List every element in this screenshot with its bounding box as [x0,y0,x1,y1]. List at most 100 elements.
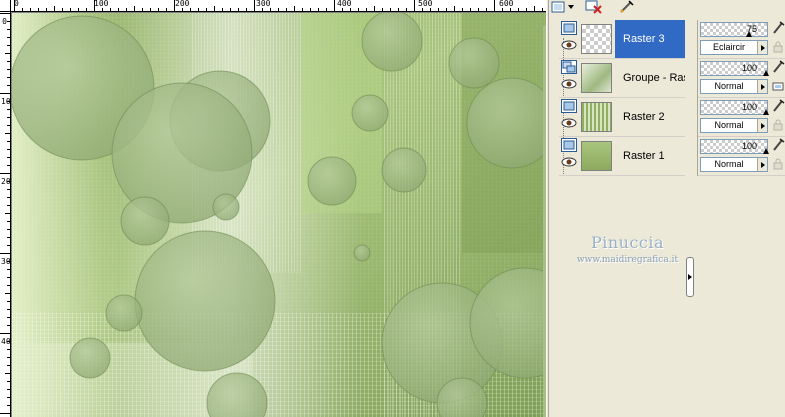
ruler-tick [446,8,447,11]
ruler-label: 300 [1,257,10,266]
palette-collapse-handle[interactable] [686,257,694,297]
ruler-tick [286,8,287,11]
ruler-tick [7,245,10,246]
ruler-tick [206,8,207,11]
ruler-tick [342,8,343,11]
ruler-tick [398,8,399,11]
ruler-tick [190,8,191,11]
opacity-slider[interactable]: 100 [700,139,769,154]
ruler-tick [70,8,71,11]
ruler-tick [382,8,383,11]
ruler-tick [302,8,303,11]
edit-mask-icon[interactable] [619,0,635,14]
raster-layer-icon [561,21,577,35]
brush-icon[interactable] [771,138,785,152]
bubble-shape [353,244,371,262]
ruler-tick [7,85,10,86]
layer-thumbnail [581,141,612,171]
blend-mode-select[interactable]: Normal [700,79,768,94]
ruler-tick [510,8,511,11]
vertical-ruler[interactable]: 0 100 200 300 400 [0,12,11,417]
ruler-label: 500 [418,0,433,8]
lock-icon[interactable] [772,41,784,53]
ruler-tick [126,8,127,11]
chevron-right-icon [757,158,767,171]
ruler-tick [166,8,167,11]
brush-icon[interactable] [771,21,785,35]
ruler-tick [214,6,215,11]
lock-icon[interactable] [772,119,784,131]
artwork [12,13,546,417]
ruler-tick [0,253,10,254]
ruler-tick [7,325,10,326]
layer-row[interactable]: Raster 3 [559,20,685,59]
blend-mode-value: Normal [714,81,744,91]
chevron-right-icon [757,119,767,132]
opacity-slider-handle[interactable] [763,148,769,154]
opacity-slider[interactable]: 100 [700,61,769,76]
ruler-tick [7,397,10,398]
ruler-tick [254,0,255,11]
layer-thumbnail [581,63,612,93]
opacity-slider-handle[interactable] [746,31,752,37]
opacity-slider-handle[interactable] [763,109,769,115]
layer-thumbnail [581,24,612,54]
ruler-tick [7,197,10,198]
blend-mode-select[interactable]: Normal [700,157,768,172]
ruler-label: 100 [94,0,109,8]
layer-row[interactable]: Raster 1 [559,137,685,176]
layers-toolbar [549,0,689,16]
image-canvas[interactable] [12,13,546,417]
ruler-tick [390,8,391,11]
ruler-tick [262,8,263,11]
ruler-tick [7,149,10,150]
ruler-tick [430,8,431,11]
group-layer-icon [561,60,577,74]
ruler-tick [7,277,10,278]
ruler-tick [7,229,10,230]
visibility-eye-icon[interactable] [561,157,577,167]
blend-mode-select[interactable]: Normal [700,118,768,133]
ruler-tick [278,8,279,11]
lock-icon[interactable] [772,158,784,170]
new-layer-icon[interactable] [551,0,567,14]
ruler-tick [110,8,111,11]
watermark-url: www.maidiregrafica.it [576,255,679,265]
ruler-tick [7,61,10,62]
ruler-tick [5,373,10,374]
ruler-tick [438,8,439,11]
horizontal-ruler[interactable]: 0 100 200 300 400 500 600 [11,0,546,12]
ruler-tick [7,125,10,126]
ruler-tick [7,237,10,238]
bubble-shape [307,156,357,206]
brush-icon[interactable] [771,60,785,74]
opacity-slider[interactable]: 100 [700,100,769,115]
watermark: Pinuccia www.maidiregrafica.it [560,233,695,273]
bubble-shape [361,13,423,72]
ruler-tick [7,205,10,206]
opacity-slider-handle[interactable] [763,70,769,76]
ruler-tick [542,8,543,11]
ruler-tick [0,333,10,334]
ruler-tick [5,213,10,214]
layer-name: Raster 1 [623,150,665,162]
opacity-slider[interactable]: 75 [700,22,768,37]
blend-mode-value: Normal [714,159,744,169]
ruler-label: 200 [175,0,190,8]
ruler-tick [150,8,151,11]
ruler-tick [54,6,55,11]
dropdown-arrow-icon[interactable] [567,0,575,14]
brush-icon[interactable] [771,99,785,113]
layer-row[interactable]: Raster 2 [559,98,685,137]
visibility-eye-icon[interactable] [561,40,577,50]
lock-icon[interactable] [772,80,784,92]
layer-row[interactable]: Groupe - Raster [559,59,685,98]
ruler-tick [46,8,47,11]
blend-mode-select[interactable]: Eclaircir [700,40,768,55]
ruler-tick [494,0,495,11]
delete-layer-icon[interactable] [585,0,603,14]
ruler-tick [526,8,527,11]
visibility-eye-icon[interactable] [561,118,577,128]
visibility-eye-icon[interactable] [561,79,577,89]
ruler-tick [142,8,143,11]
